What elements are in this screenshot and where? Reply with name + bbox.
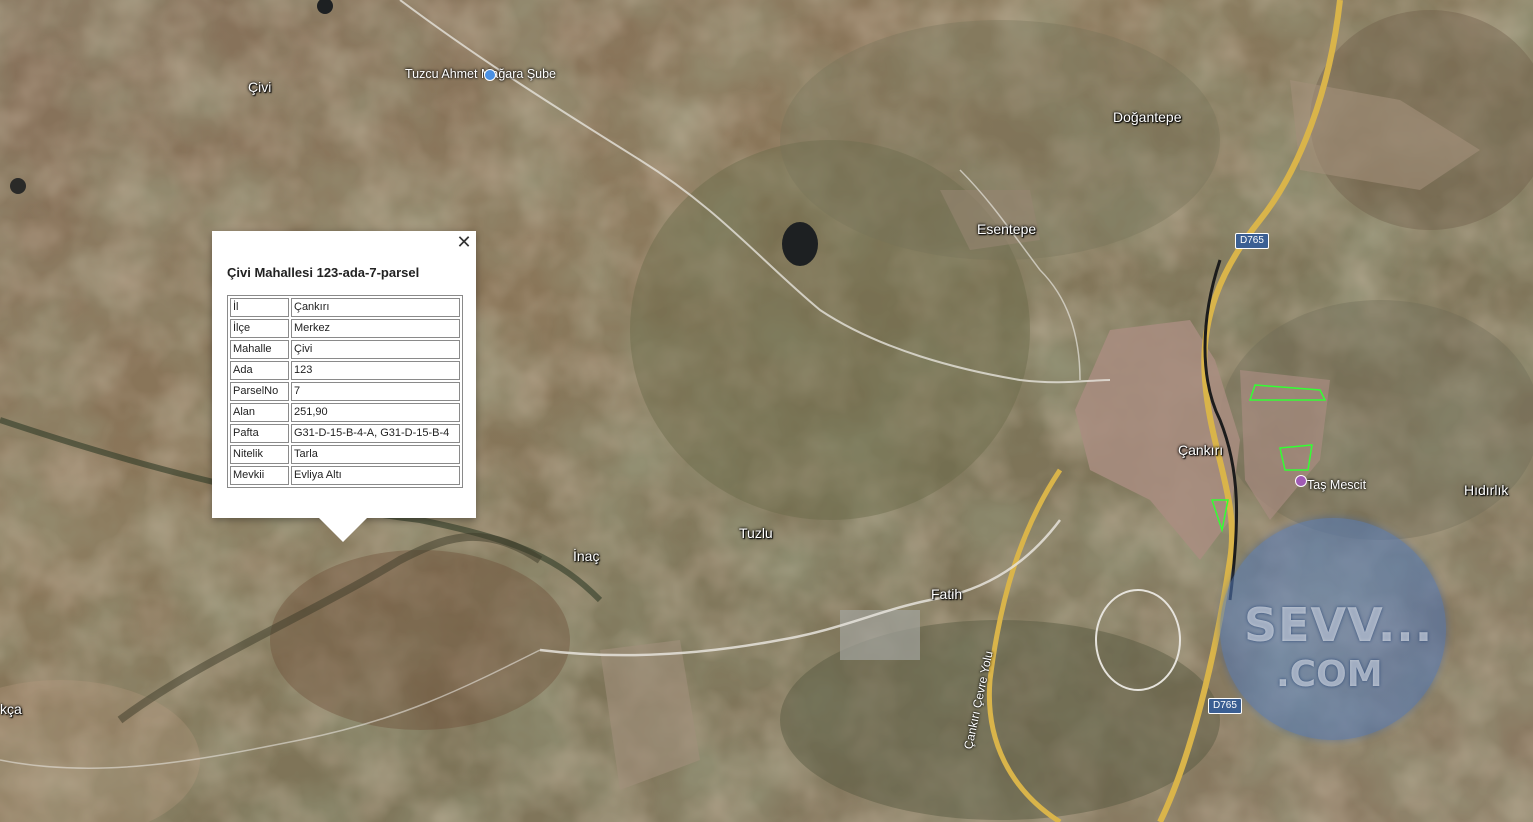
table-row: ParselNo 7: [230, 382, 460, 401]
table-row: Mahalle Çivi: [230, 340, 460, 359]
table-row: Pafta G31-D-15-B-4-A, G31-D-15-B-4: [230, 424, 460, 443]
table-row: İlçe Merkez: [230, 319, 460, 338]
table-value: Tarla: [291, 445, 460, 464]
blue-pin-icon[interactable]: [484, 69, 496, 81]
place-label-inac[interactable]: İnaç: [573, 548, 599, 564]
watermark-text: .COM: [1276, 654, 1383, 695]
lake-shape: [782, 222, 818, 266]
close-icon[interactable]: ✕: [456, 234, 472, 252]
table-row: Ada 123: [230, 361, 460, 380]
table-key: Alan: [230, 403, 289, 422]
table-key: Ada: [230, 361, 289, 380]
road-shield-d765: D765: [1208, 698, 1242, 714]
road-shield-d765: D765: [1235, 233, 1269, 249]
table-row: Mevkii Evliya Altı: [230, 466, 460, 485]
popup-pointer: [318, 517, 368, 542]
table-key: İl: [230, 298, 289, 317]
table-value: G31-D-15-B-4-A, G31-D-15-B-4: [291, 424, 460, 443]
place-label-civi[interactable]: Çivi: [248, 79, 271, 95]
table-key: Mahalle: [230, 340, 289, 359]
purple-pin-icon[interactable]: [1295, 475, 1307, 487]
table-row: Alan 251,90: [230, 403, 460, 422]
place-label-tuzlu[interactable]: Tuzlu: [739, 525, 773, 541]
table-key: ParselNo: [230, 382, 289, 401]
table-value: Çivi: [291, 340, 460, 359]
table-key: Pafta: [230, 424, 289, 443]
table-key: Nitelik: [230, 445, 289, 464]
table-row: İl Çankırı: [230, 298, 460, 317]
place-label-fatih[interactable]: Fatih: [931, 586, 962, 602]
table-value: 251,90: [291, 403, 460, 422]
table-value: 7: [291, 382, 460, 401]
place-label-esentepe[interactable]: Esentepe: [977, 221, 1036, 237]
parcel-info-table: İl Çankırı İlçe Merkez Mahalle Çivi Ada 123 …: [227, 295, 463, 488]
table-value: Merkez: [291, 319, 460, 338]
place-label-kca[interactable]: kça: [0, 701, 22, 717]
popup-title: Çivi Mahallesi 123-ada-7-parsel: [227, 265, 420, 280]
place-label-cankiri[interactable]: Çankırı: [1178, 442, 1223, 458]
watermark-text: SEVV...: [1244, 598, 1434, 652]
place-label-dogantepe[interactable]: Doğantepe: [1113, 109, 1182, 125]
poi-label-tas-mescit[interactable]: Taş Mescit: [1307, 478, 1366, 493]
parcel-info-popup: ✕ Çivi Mahallesi 123-ada-7-parsel İl Çank…: [212, 231, 476, 518]
table-value: Evliya Altı: [291, 466, 460, 485]
table-row: Nitelik Tarla: [230, 445, 460, 464]
table-value: Çankırı: [291, 298, 460, 317]
table-value: 123: [291, 361, 460, 380]
table-key: İlçe: [230, 319, 289, 338]
poi-label-tuzcu-ahmet[interactable]: Tuzcu Ahmet Mağara Şube: [405, 67, 556, 82]
table-key: Mevkii: [230, 466, 289, 485]
place-label-hidirlik[interactable]: Hıdırlık: [1464, 482, 1508, 498]
poi-name: Tuzcu Ahmet Mağara Şube: [405, 67, 557, 81]
